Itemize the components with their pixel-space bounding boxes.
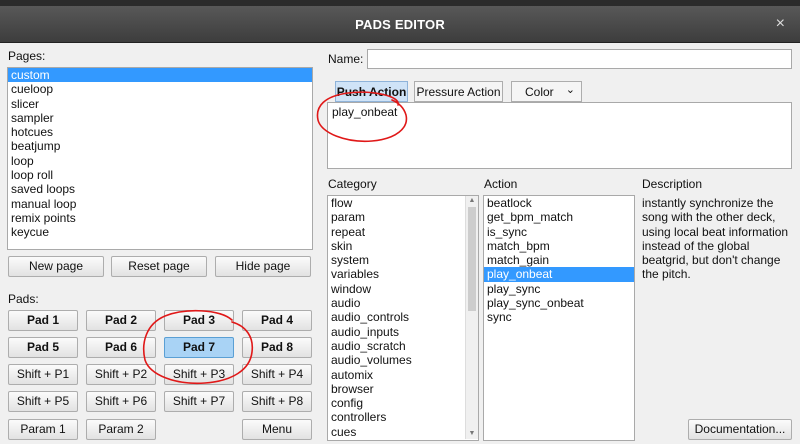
action-item[interactable]: play_sync xyxy=(484,282,634,296)
category-item[interactable]: param xyxy=(328,210,478,224)
page-item[interactable]: cueloop xyxy=(8,82,312,96)
page-item[interactable]: custom xyxy=(8,68,312,83)
pad-button[interactable]: Shift + P6 xyxy=(86,391,156,412)
color-dropdown[interactable]: Color ⌄ xyxy=(511,81,582,102)
pad-button[interactable]: Shift + P5 xyxy=(8,391,78,412)
action-list[interactable]: beatlock get_bpm_match is_sync match_bpm mat… xyxy=(483,195,635,441)
page-item[interactable]: saved loops xyxy=(8,182,312,196)
category-item[interactable]: skin xyxy=(328,239,478,253)
pad-button[interactable]: Shift + P8 xyxy=(242,391,312,412)
page-item[interactable]: beatjump xyxy=(8,139,312,153)
category-item[interactable]: browser xyxy=(328,382,478,396)
pad-button[interactable]: Shift + P1 xyxy=(8,364,78,385)
window-title: PADS EDITOR xyxy=(355,17,445,32)
pad-button[interactable]: Shift + P4 xyxy=(242,364,312,385)
scroll-up-icon[interactable]: ▲ xyxy=(466,196,478,206)
scroll-down-icon[interactable]: ▼ xyxy=(466,429,478,439)
category-scrollbar[interactable]: ▲ ▼ xyxy=(465,196,478,439)
pad-button[interactable]: Pad 6 xyxy=(86,337,156,358)
pages-list[interactable]: custom cueloop slicer sampler hotcues beatjum… xyxy=(7,67,313,250)
menu-button[interactable]: Menu xyxy=(242,419,312,440)
action-item[interactable]: play_onbeat xyxy=(484,267,634,282)
param-1-button[interactable]: Param 1 xyxy=(8,419,78,440)
category-label: Category xyxy=(328,177,377,191)
description-label: Description xyxy=(642,177,703,191)
pad-button[interactable]: Pad 2 xyxy=(86,310,156,331)
color-label: Color xyxy=(525,85,554,99)
action-item[interactable]: is_sync xyxy=(484,225,634,239)
title-bar: PADS EDITOR × xyxy=(0,6,800,43)
pad-button[interactable]: Pad 1 xyxy=(8,310,78,331)
action-item[interactable]: sync xyxy=(484,310,634,324)
action-item[interactable]: match_bpm xyxy=(484,239,634,253)
category-item[interactable]: audio_scratch xyxy=(328,339,478,353)
category-item[interactable]: config xyxy=(328,396,478,410)
page-item[interactable]: loop roll xyxy=(8,168,312,182)
page-item[interactable]: slicer xyxy=(8,97,312,111)
page-item[interactable]: remix points xyxy=(8,211,312,225)
description-text: instantly synchronize the song with the … xyxy=(642,196,789,282)
category-item[interactable]: flow xyxy=(328,196,478,210)
scroll-thumb[interactable] xyxy=(468,207,476,311)
category-item[interactable]: window xyxy=(328,282,478,296)
script-editor[interactable]: play_onbeat xyxy=(327,102,792,169)
pad-button[interactable]: Pad 5 xyxy=(8,337,78,358)
pads-label: Pads: xyxy=(8,292,39,306)
category-item[interactable]: audio xyxy=(328,296,478,310)
name-input[interactable] xyxy=(367,49,792,69)
pad-button[interactable]: Pad 4 xyxy=(242,310,312,331)
category-item[interactable]: controllers xyxy=(328,410,478,424)
page-item[interactable]: loop xyxy=(8,154,312,168)
action-item[interactable]: beatlock xyxy=(484,196,634,210)
category-item[interactable]: cues xyxy=(328,425,478,439)
param-2-button[interactable]: Param 2 xyxy=(86,419,156,440)
action-item[interactable]: play_sync_onbeat xyxy=(484,296,634,310)
tab-push-action[interactable]: Push Action xyxy=(335,81,408,102)
pad-button[interactable]: Shift + P3 xyxy=(164,364,234,385)
script-text: play_onbeat xyxy=(332,105,398,119)
category-item[interactable]: automix xyxy=(328,368,478,382)
category-item[interactable]: variables xyxy=(328,267,478,281)
category-item[interactable]: audio_inputs xyxy=(328,325,478,339)
reset-page-button[interactable]: Reset page xyxy=(111,256,207,277)
pages-label: Pages: xyxy=(8,49,46,63)
hide-page-button[interactable]: Hide page xyxy=(215,256,311,277)
close-icon[interactable]: × xyxy=(776,15,785,33)
action-item[interactable]: get_bpm_match xyxy=(484,210,634,224)
category-item[interactable]: audio_controls xyxy=(328,310,478,324)
category-item[interactable]: repeat xyxy=(328,225,478,239)
page-item[interactable]: hotcues xyxy=(8,125,312,139)
name-label: Name: xyxy=(328,52,364,66)
pad-button[interactable]: Pad 7 xyxy=(164,337,234,358)
tab-pressure-action[interactable]: Pressure Action xyxy=(414,81,503,102)
page-item[interactable]: sampler xyxy=(8,111,312,125)
page-item[interactable]: manual loop xyxy=(8,197,312,211)
pad-button[interactable]: Pad 3 xyxy=(164,310,234,331)
chevron-down-icon: ⌄ xyxy=(565,84,575,96)
pad-button[interactable]: Pad 8 xyxy=(242,337,312,358)
category-list[interactable]: flow param repeat skin system variables window… xyxy=(327,195,479,441)
category-item[interactable]: system xyxy=(328,253,478,267)
action-item[interactable]: match_gain xyxy=(484,253,634,267)
page-item[interactable]: keycue xyxy=(8,225,312,239)
pad-button[interactable]: Shift + P7 xyxy=(164,391,234,412)
pad-button[interactable]: Shift + P2 xyxy=(86,364,156,385)
category-item[interactable]: audio_volumes xyxy=(328,353,478,367)
documentation-button[interactable]: Documentation... xyxy=(688,419,792,440)
action-label: Action xyxy=(484,177,518,191)
new-page-button[interactable]: New page xyxy=(8,256,104,277)
